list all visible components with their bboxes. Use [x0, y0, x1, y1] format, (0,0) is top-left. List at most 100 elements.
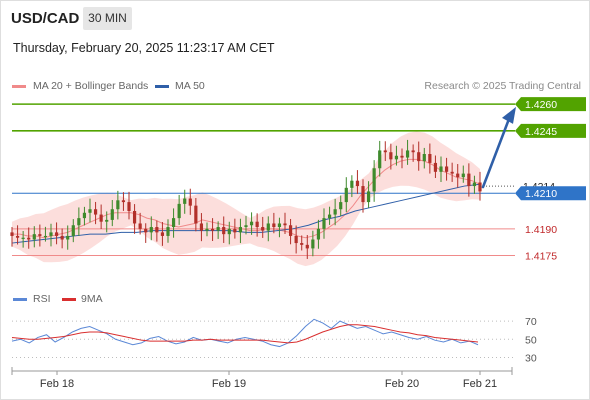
rsi-tick-70: 70	[525, 316, 537, 328]
candle-body	[188, 198, 192, 206]
candle-body	[433, 162, 438, 172]
candle-body	[350, 180, 354, 188]
rsi-tick-50: 50	[525, 334, 537, 346]
level-tag-text: 1.4245	[525, 126, 557, 138]
candle-body	[199, 223, 204, 231]
candle-body	[10, 232, 14, 236]
candle-body	[194, 205, 198, 224]
level-tag-1.4210: 1.4210	[515, 186, 586, 201]
candle-body	[300, 243, 304, 245]
candle-body	[105, 219, 109, 222]
candle-body	[327, 214, 332, 219]
candle-body	[316, 228, 321, 240]
candle-body	[322, 218, 326, 229]
candle-body	[210, 228, 215, 231]
candle-body	[71, 225, 75, 236]
candle-body	[461, 173, 465, 178]
candle-body	[32, 234, 36, 240]
x-tick-label: Feb 20	[385, 378, 419, 390]
candle-body	[155, 227, 159, 233]
candle-body	[333, 209, 337, 215]
level-label-1.4175: 1.4175	[525, 251, 557, 263]
candle-body	[305, 244, 309, 249]
candle-body	[372, 168, 376, 192]
candle-body	[249, 221, 254, 226]
candle-body	[149, 227, 153, 233]
candle-body	[21, 237, 25, 239]
candle-body	[49, 232, 53, 236]
candle-body	[77, 218, 81, 226]
level-tag-text: 1.4210	[525, 188, 557, 200]
x-axis: Feb 18 Feb 19 Feb 20 Feb 21	[11, 367, 513, 390]
candle-body	[244, 225, 248, 228]
level-tag-text: 1.4260	[525, 99, 557, 111]
candle-body	[422, 154, 426, 162]
candle-body	[54, 232, 59, 236]
candle-body	[439, 166, 443, 172]
candle-body	[216, 227, 220, 231]
rsi-tick-30: 30	[525, 352, 537, 364]
candle-body	[428, 154, 432, 163]
projection-arrow-shaft	[481, 117, 511, 189]
projection-arrow-head	[502, 106, 516, 124]
candle-body	[417, 152, 421, 162]
x-tick-label: Feb 21	[463, 378, 497, 390]
candle-body	[177, 203, 181, 219]
candle-body	[233, 228, 237, 233]
candle-body	[456, 173, 460, 178]
candle-body	[222, 227, 226, 235]
candle-body	[27, 237, 31, 240]
x-tick-label: Feb 18	[40, 378, 74, 390]
candle-body	[283, 223, 287, 226]
candle-body	[82, 212, 87, 219]
candle-body	[138, 223, 142, 229]
candle-body	[450, 171, 454, 174]
x-tick-label: Feb 19	[212, 378, 246, 390]
level-tag-1.4245: 1.4245	[515, 123, 586, 138]
candle-body	[383, 150, 387, 153]
candle-body	[171, 218, 176, 228]
candle-body	[43, 235, 48, 238]
price-chart[interactable]: 1.42141.42601.42451.42101.41901.41757050…	[0, 0, 590, 400]
candle-body	[60, 235, 64, 240]
candle-body	[394, 155, 399, 160]
candle-body	[400, 155, 404, 158]
rsi-series-9ma	[11, 324, 479, 344]
candle-body	[272, 223, 276, 228]
candle-body	[266, 223, 270, 231]
candle-body	[378, 150, 382, 169]
candle-body	[361, 186, 365, 203]
candle-body	[38, 234, 42, 236]
candle-body	[355, 180, 360, 187]
candle-body	[144, 228, 148, 233]
candle-body	[339, 202, 343, 210]
candle-body	[205, 228, 209, 231]
candle-body	[277, 223, 282, 228]
candle-body	[294, 235, 298, 244]
candle-body	[227, 228, 231, 235]
candle-body	[99, 214, 103, 222]
candle-body	[110, 209, 114, 220]
candle-body	[93, 209, 98, 215]
candle-body	[116, 200, 120, 210]
level-label-1.4190: 1.4190	[525, 224, 557, 236]
candle-body	[472, 182, 477, 187]
candle-body	[344, 187, 348, 203]
candle-body	[238, 227, 243, 233]
candle-body	[389, 152, 393, 160]
candle-body	[127, 202, 131, 211]
candle-body	[255, 221, 259, 228]
candle-body	[66, 235, 70, 240]
candle-body	[311, 239, 315, 249]
candle-body	[411, 150, 415, 153]
candle-body	[88, 209, 92, 213]
level-tag-1.4260: 1.4260	[515, 97, 586, 112]
rsi-panel: 70 50 30	[11, 316, 537, 364]
candle-body	[166, 227, 170, 236]
candle-body	[132, 211, 137, 224]
candle-body	[444, 166, 449, 172]
candle-body	[121, 200, 126, 203]
candle-body	[405, 150, 410, 158]
candle-body	[261, 227, 265, 231]
candle-body	[183, 198, 187, 204]
